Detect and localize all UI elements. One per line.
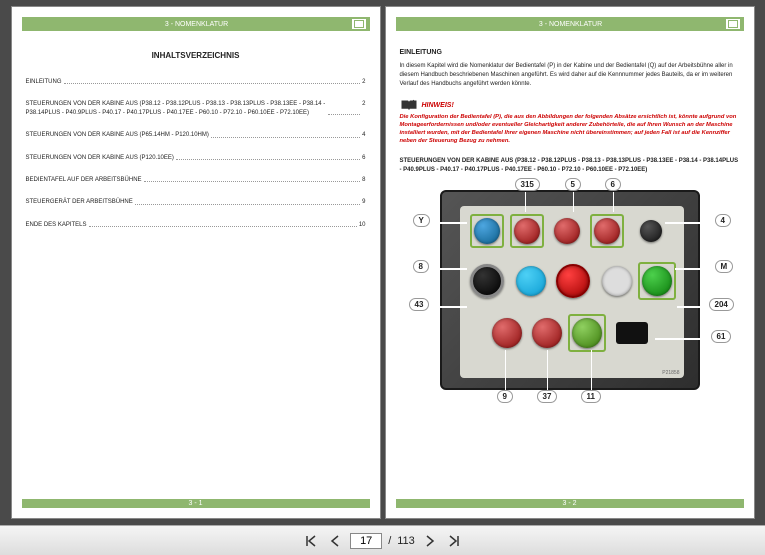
toc-page: 2 <box>362 78 365 86</box>
hinweis-label: HINWEIS! <box>422 102 454 109</box>
page-left: 3 - NOMENKLATUR INHALTSVERZEICHNIS EINLE… <box>11 6 381 519</box>
toc-entry: STEUERUNGEN VON DER KABINE AUS (P65.14HM… <box>26 131 366 139</box>
toc-page: 2 <box>362 100 365 117</box>
toc-label: ENDE DES KAPITELS <box>26 221 87 229</box>
pager-toolbar: / 113 <box>0 525 765 555</box>
toc-dots <box>64 78 361 84</box>
panel-caption: STEUERUNGEN VON DER KABINE AUS (P38.12 -… <box>400 157 740 174</box>
toc-page: 10 <box>359 221 366 229</box>
toc-dots <box>176 154 360 160</box>
toc-label: BEDIENTAFEL AUF DER ARBEITSBÜHNE <box>26 176 142 184</box>
chapter-header-text: 3 - NOMENKLATUR <box>165 21 228 28</box>
toc-label: STEUERUNGEN VON DER KABINE AUS (P38.12 -… <box>26 100 326 117</box>
toc-page: 8 <box>362 176 365 184</box>
callout: 43 <box>409 298 430 311</box>
control-plate: P21858 <box>460 206 684 378</box>
toc-dots <box>328 100 361 115</box>
book-icon <box>400 99 418 111</box>
toc-dots <box>144 176 361 182</box>
toc-page: 6 <box>362 154 365 162</box>
toc-entry: STEUERGERÄT DER ARBEITSBÜHNE 9 <box>26 198 366 206</box>
callout: 8 <box>413 260 429 273</box>
first-page-button[interactable] <box>302 532 320 550</box>
toc-dots <box>211 131 360 137</box>
toc-entry: ENDE DES KAPITELS 10 <box>26 221 366 229</box>
next-page-button[interactable] <box>421 532 439 550</box>
chapter-header-text: 3 - NOMENKLATUR <box>539 21 602 28</box>
toc-page: 9 <box>362 198 365 206</box>
image-ref: P21858 <box>662 370 679 376</box>
chapter-header-bar: 3 - NOMENKLATUR <box>396 17 744 31</box>
intro-title: EINLEITUNG <box>400 49 740 56</box>
control-panel-figure: P21858 315 5 6 Y 4 8 M 43 <box>405 180 735 405</box>
toc-label: EINLEITUNG <box>26 78 62 86</box>
toc-entry: BEDIENTAFEL AUF DER ARBEITSBÜHNE 8 <box>26 176 366 184</box>
toc-dots <box>89 221 357 227</box>
callout: 204 <box>709 298 734 311</box>
toc-label: STEUERGERÄT DER ARBEITSBÜHNE <box>26 198 133 206</box>
callout: 61 <box>711 330 732 343</box>
callout: 315 <box>515 178 540 191</box>
chapter-header-bar: 3 - NOMENKLATUR <box>22 17 370 31</box>
callout: Y <box>413 214 430 227</box>
page-number-input[interactable] <box>350 533 382 549</box>
toc-entry: STEUERUNGEN VON DER KABINE AUS (P120.10E… <box>26 154 366 162</box>
prev-page-button[interactable] <box>326 532 344 550</box>
page-footer: 3 - 2 <box>396 499 744 508</box>
toc-page: 4 <box>362 131 365 139</box>
callout: 9 <box>497 390 513 403</box>
document-viewer: 3 - NOMENKLATUR INHALTSVERZEICHNIS EINLE… <box>0 0 765 525</box>
last-page-button[interactable] <box>445 532 463 550</box>
page-right: 3 - NOMENKLATUR EINLEITUNG In diesem Kap… <box>385 6 755 519</box>
intro-text: In diesem Kapitel wird die Nomenklatur d… <box>400 62 740 89</box>
control-panel: P21858 <box>440 190 700 390</box>
callout: 11 <box>581 390 601 403</box>
page-total: 113 <box>397 535 415 547</box>
toc-label: STEUERUNGEN VON DER KABINE AUS (P120.10E… <box>26 154 174 162</box>
pages-icon <box>726 19 740 29</box>
callout: 4 <box>715 214 731 227</box>
callout: 37 <box>537 390 558 403</box>
pages-icon <box>352 19 366 29</box>
page-sep: / <box>388 535 391 547</box>
toc-entry: STEUERUNGEN VON DER KABINE AUS (P38.12 -… <box>26 100 366 117</box>
callout: 6 <box>605 178 621 191</box>
toc-entry: EINLEITUNG 2 <box>26 78 366 86</box>
callout: M <box>715 260 734 273</box>
page-left-content: INHALTSVERZEICHNIS EINLEITUNG 2 STEUERUN… <box>12 35 380 249</box>
callout: 5 <box>565 178 581 191</box>
hinweis-text: Die Konfiguration der Bedientafel (P), d… <box>400 113 740 145</box>
toc-dots <box>135 198 360 204</box>
page-footer: 3 - 1 <box>22 499 370 508</box>
toc-label: STEUERUNGEN VON DER KABINE AUS (P65.14HM… <box>26 131 209 139</box>
toc-title: INHALTSVERZEICHNIS <box>26 51 366 60</box>
hinweis-header: HINWEIS! <box>400 99 740 111</box>
page-right-content: EINLEITUNG In diesem Kapitel wird die No… <box>386 35 754 411</box>
